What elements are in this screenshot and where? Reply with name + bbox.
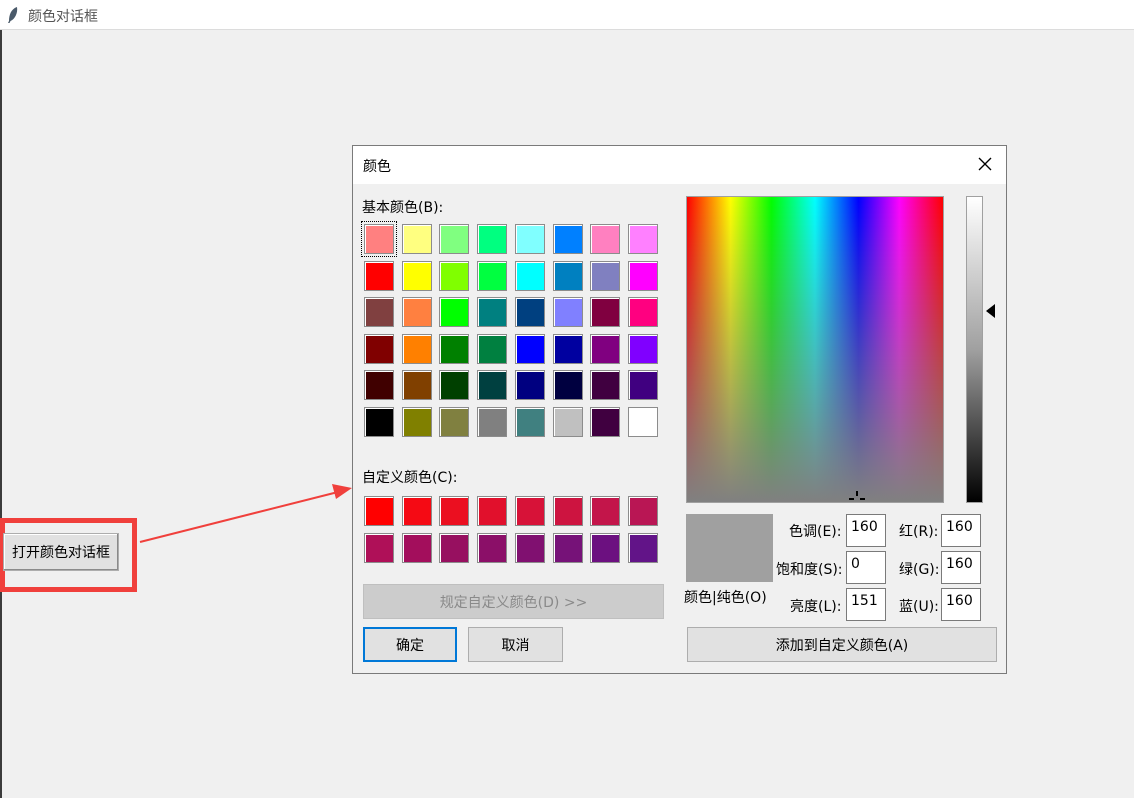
basic-color-swatch[interactable] <box>590 297 621 327</box>
basic-color-swatch[interactable] <box>514 370 545 400</box>
ok-button[interactable]: 确定 <box>363 627 457 662</box>
luminance-pointer-icon[interactable] <box>985 304 995 318</box>
basic-color-swatch[interactable] <box>364 406 394 437</box>
green-input[interactable]: 160 <box>941 551 981 584</box>
spectrum-saturation-layer <box>687 197 943 502</box>
saturation-label: 饱和度(S): <box>776 562 843 578</box>
basic-color-swatch[interactable] <box>627 260 658 291</box>
luminance-label: 亮度(L): <box>790 599 842 615</box>
custom-colors-label: 自定义颜色(C): <box>362 470 458 486</box>
basic-color-swatch[interactable] <box>514 224 545 254</box>
custom-color-swatch[interactable] <box>514 496 545 526</box>
basic-color-swatch[interactable] <box>364 260 394 291</box>
basic-color-swatch[interactable] <box>477 297 508 327</box>
saturation-input[interactable]: 0 <box>846 551 886 584</box>
custom-color-swatch[interactable] <box>477 533 508 563</box>
custom-color-swatch[interactable] <box>364 496 394 526</box>
close-icon[interactable] <box>976 155 994 173</box>
basic-color-swatch[interactable] <box>361 221 397 257</box>
red-input[interactable]: 160 <box>941 514 981 547</box>
basic-color-swatch[interactable] <box>401 333 432 364</box>
basic-color-swatch[interactable] <box>439 260 470 291</box>
basic-color-swatch[interactable] <box>439 224 470 254</box>
open-color-dialog-button[interactable]: 打开颜色对话框 <box>3 533 119 571</box>
basic-color-swatch[interactable] <box>401 406 432 437</box>
custom-color-swatch[interactable] <box>401 496 432 526</box>
green-label: 绿(G): <box>899 562 940 578</box>
color-solid-label: 颜色|纯色(O) <box>684 590 767 606</box>
basic-color-swatch[interactable] <box>364 370 394 400</box>
basic-color-swatch[interactable] <box>590 406 621 437</box>
basic-color-swatch[interactable] <box>552 297 583 327</box>
custom-color-swatch[interactable] <box>627 496 658 526</box>
basic-color-swatch[interactable] <box>364 333 394 364</box>
basic-color-swatch[interactable] <box>439 333 470 364</box>
basic-color-swatch[interactable] <box>439 297 470 327</box>
custom-color-swatch[interactable] <box>439 496 470 526</box>
custom-color-swatch[interactable] <box>514 533 545 563</box>
luminance-input[interactable]: 151 <box>846 588 886 621</box>
dialog-title: 颜色 <box>363 159 391 175</box>
basic-color-swatch[interactable] <box>439 406 470 437</box>
window-left-border <box>0 30 2 798</box>
basic-color-swatch[interactable] <box>514 333 545 364</box>
basic-color-swatch[interactable] <box>590 333 621 364</box>
basic-color-swatch[interactable] <box>514 297 545 327</box>
basic-color-swatch[interactable] <box>590 260 621 291</box>
feather-icon <box>8 7 18 23</box>
basic-color-swatch[interactable] <box>477 406 508 437</box>
crosshair-icon <box>849 491 865 500</box>
basic-color-swatch[interactable] <box>590 224 621 254</box>
basic-color-swatch[interactable] <box>439 370 470 400</box>
basic-color-swatch[interactable] <box>514 260 545 291</box>
color-spectrum[interactable] <box>686 196 944 503</box>
window-titlebar: 颜色对话框 <box>0 0 1134 30</box>
basic-color-swatch[interactable] <box>364 297 394 327</box>
add-to-custom-colors-button[interactable]: 添加到自定义颜色(A) <box>687 627 997 662</box>
red-label: 红(R): <box>899 524 939 540</box>
basic-color-swatch[interactable] <box>627 370 658 400</box>
custom-color-swatch[interactable] <box>439 533 470 563</box>
luminance-slider[interactable] <box>966 196 983 503</box>
hue-label: 色调(E): <box>789 524 842 540</box>
dialog-titlebar: 颜色 <box>353 146 1006 184</box>
basic-color-swatch[interactable] <box>627 333 658 364</box>
basic-color-swatch[interactable] <box>552 333 583 364</box>
custom-color-swatch[interactable] <box>590 496 621 526</box>
color-dialog: 颜色 基本颜色(B): 自定义颜色(C): 规定自定义颜色(D) >> 确定 取… <box>352 145 1007 674</box>
custom-color-swatch[interactable] <box>401 533 432 563</box>
basic-color-swatch[interactable] <box>477 224 508 254</box>
color-preview <box>686 514 773 582</box>
custom-color-swatch[interactable] <box>590 533 621 563</box>
custom-color-swatch[interactable] <box>627 533 658 563</box>
define-custom-colors-button[interactable]: 规定自定义颜色(D) >> <box>363 584 664 619</box>
basic-color-swatch[interactable] <box>552 260 583 291</box>
custom-color-swatch[interactable] <box>552 533 583 563</box>
hue-input[interactable]: 160 <box>846 514 886 547</box>
blue-label: 蓝(U): <box>899 599 939 615</box>
custom-color-swatch[interactable] <box>364 533 394 563</box>
basic-color-swatch[interactable] <box>401 297 432 327</box>
basic-color-swatch[interactable] <box>477 333 508 364</box>
basic-color-swatch[interactable] <box>401 224 432 254</box>
basic-color-swatch[interactable] <box>627 224 658 254</box>
basic-color-swatch[interactable] <box>514 406 545 437</box>
basic-color-swatch[interactable] <box>477 370 508 400</box>
basic-color-swatch[interactable] <box>552 224 583 254</box>
basic-color-swatch[interactable] <box>590 370 621 400</box>
basic-color-swatch[interactable] <box>552 406 583 437</box>
basic-color-swatch[interactable] <box>627 297 658 327</box>
basic-color-swatch[interactable] <box>477 260 508 291</box>
basic-colors-label: 基本颜色(B): <box>362 200 444 216</box>
basic-color-swatch[interactable] <box>627 406 658 437</box>
cancel-button[interactable]: 取消 <box>468 627 563 662</box>
basic-color-swatch[interactable] <box>401 260 432 291</box>
custom-color-swatch[interactable] <box>477 496 508 526</box>
basic-color-swatch[interactable] <box>401 370 432 400</box>
blue-input[interactable]: 160 <box>941 588 981 621</box>
basic-color-swatch[interactable] <box>552 370 583 400</box>
custom-color-swatch[interactable] <box>552 496 583 526</box>
window-title: 颜色对话框 <box>28 9 98 25</box>
